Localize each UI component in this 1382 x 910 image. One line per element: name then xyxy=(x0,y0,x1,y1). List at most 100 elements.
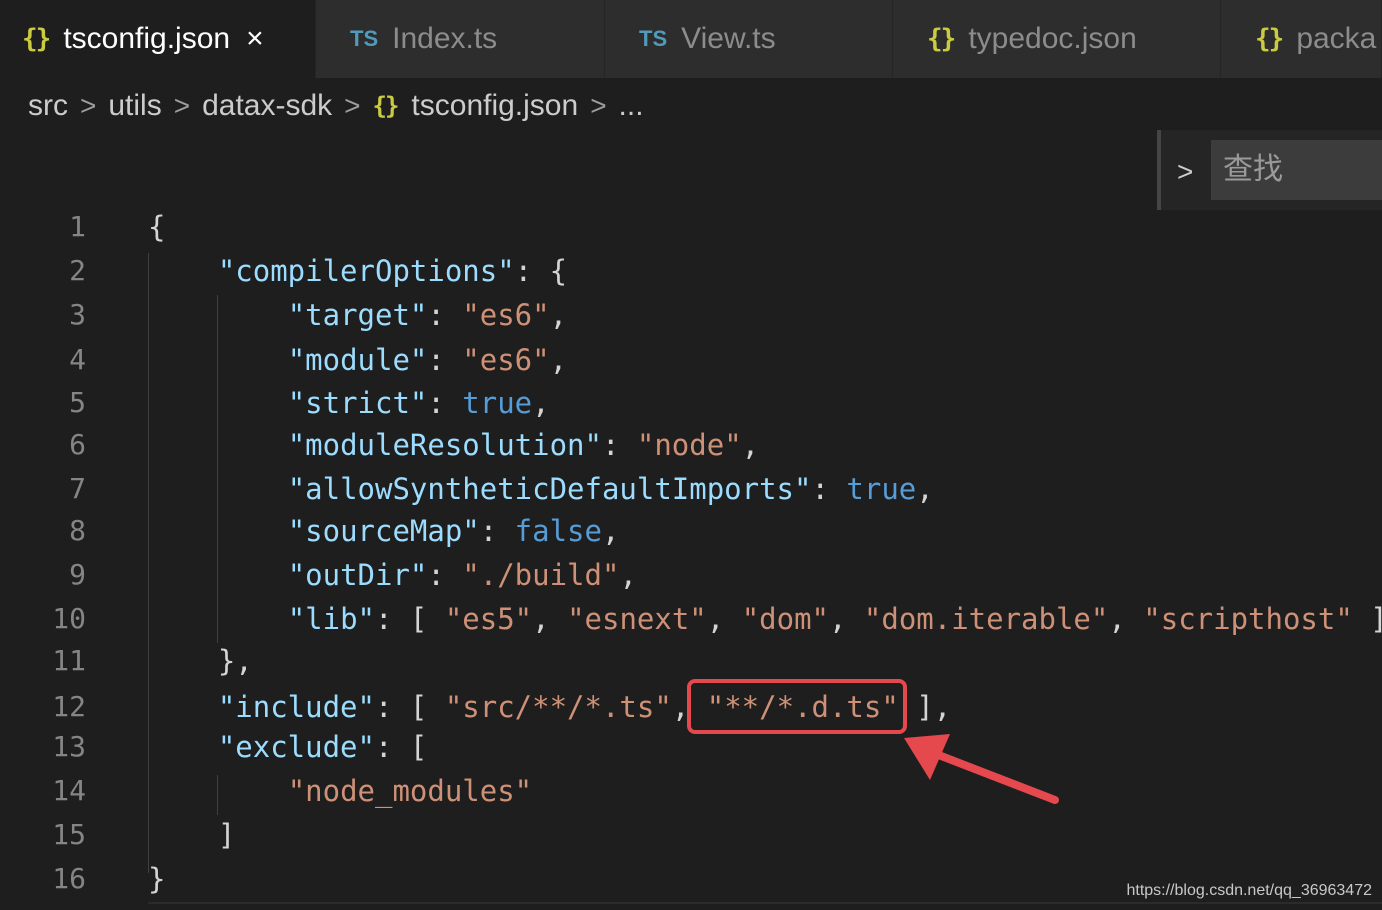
code-token: "node" xyxy=(636,428,742,462)
code-token: "target" xyxy=(287,298,428,332)
tab-label: Index.ts xyxy=(392,22,498,55)
code-token: "outDir" xyxy=(287,558,428,592)
find-input[interactable]: 查找 xyxy=(1211,140,1382,200)
chevron-right-icon: > xyxy=(173,90,191,121)
code-token: : [ xyxy=(374,730,428,764)
code-line[interactable]: 2 "compilerOptions": { xyxy=(0,249,1382,293)
line-number: 8 xyxy=(69,514,86,547)
breadcrumb-item-symbols[interactable]: ... xyxy=(619,89,644,123)
code-token: } xyxy=(148,862,166,896)
code-token: "lib" xyxy=(287,602,375,636)
line-number: 5 xyxy=(69,386,86,419)
code-token: : xyxy=(479,514,515,548)
code-token: : xyxy=(427,298,463,332)
code-text: "sourceMap": false, xyxy=(148,509,620,553)
code-token: "src/**/*.ts" xyxy=(444,690,672,724)
code-token: ] xyxy=(148,818,236,852)
line-number: 11 xyxy=(52,644,86,677)
code-token: "exclude" xyxy=(217,730,375,764)
code-token: , xyxy=(532,386,550,420)
code-line[interactable]: 11 }, xyxy=(0,639,1382,683)
code-line[interactable]: 10 "lib": [ "es5", "esnext", "dom", "dom… xyxy=(0,597,1382,641)
code-text: "lib": [ "es5", "esnext", "dom", "dom.it… xyxy=(148,597,1382,641)
code-token: : [ xyxy=(375,602,445,636)
tab-package-json[interactable]: {} packa xyxy=(1221,0,1382,78)
breadcrumb-item-src[interactable]: src xyxy=(28,89,68,123)
highlight-box xyxy=(687,679,907,734)
code-line[interactable]: 14 "node_modules" xyxy=(0,769,1382,813)
code-text: "node_modules" xyxy=(148,769,532,813)
code-token: , xyxy=(741,428,760,462)
code-text: "target": "es6", xyxy=(148,293,567,337)
code-token: , xyxy=(706,602,742,636)
code-token: , xyxy=(916,472,934,506)
json-file-icon: {} xyxy=(927,24,956,54)
breadcrumb-item-file[interactable]: tsconfig.json xyxy=(411,89,578,123)
code-line[interactable]: 1{ xyxy=(0,205,1382,249)
breadcrumb-item-utils[interactable]: utils xyxy=(108,89,161,123)
chevron-right-icon: > xyxy=(80,90,97,121)
code-token: }, xyxy=(148,644,253,678)
code-line[interactable]: 4 "module": "es6", xyxy=(0,338,1382,382)
breadcrumb: src > utils > datax-sdk > {} tsconfig.js… xyxy=(28,84,644,128)
code-token: true xyxy=(462,386,533,420)
code-token: ] xyxy=(1353,602,1382,636)
code-token: : xyxy=(427,343,463,377)
code-line[interactable]: 6 "moduleResolution": "node", xyxy=(0,423,1382,467)
line-number: 13 xyxy=(52,730,86,763)
chevron-right-icon[interactable]: > xyxy=(1177,156,1193,188)
code-token: true xyxy=(846,472,917,506)
tab-typedoc-json[interactable]: {} typedoc.json xyxy=(893,0,1221,78)
tab-index-ts[interactable]: TS Index.ts xyxy=(316,0,605,78)
typescript-file-icon: TS xyxy=(639,26,668,51)
line-number: 14 xyxy=(52,774,86,807)
code-token: "es6" xyxy=(462,343,550,377)
code-token: "esnext" xyxy=(567,602,707,636)
code-line[interactable]: 15 ] xyxy=(0,813,1382,857)
breadcrumb-item-datax-sdk[interactable]: datax-sdk xyxy=(202,89,332,123)
line-number: 9 xyxy=(69,558,86,591)
code-token: false xyxy=(514,514,602,548)
code-line[interactable]: 8 "sourceMap": false, xyxy=(0,509,1382,553)
code-token: "module" xyxy=(287,343,428,377)
code-text: { xyxy=(148,205,165,249)
close-icon[interactable]: × xyxy=(246,22,264,56)
code-text: "module": "es6", xyxy=(148,338,567,382)
line-number: 12 xyxy=(52,690,86,723)
line-number: 3 xyxy=(69,298,86,331)
json-file-icon: {} xyxy=(22,24,51,54)
tab-label: tsconfig.json xyxy=(63,22,231,55)
code-token: : [ xyxy=(374,690,445,724)
code-line[interactable]: 3 "target": "es6", xyxy=(0,293,1382,337)
code-text: "outDir": "./build", xyxy=(148,553,637,597)
editor-tab-bar: {} tsconfig.json × TS Index.ts TS View.t… xyxy=(0,0,1382,78)
code-token: , xyxy=(601,514,620,548)
code-line[interactable]: 9 "outDir": "./build", xyxy=(0,553,1382,597)
line-number: 1 xyxy=(69,210,86,243)
line-number: 4 xyxy=(69,343,86,376)
code-line[interactable]: 5 "strict": true, xyxy=(0,381,1382,425)
watermark: https://blog.csdn.net/qq_36963472 xyxy=(1126,882,1372,899)
code-token: "strict" xyxy=(287,386,428,420)
code-line[interactable]: 7 "allowSyntheticDefaultImports": true, xyxy=(0,467,1382,511)
line-number: 15 xyxy=(52,818,86,851)
chevron-right-icon: > xyxy=(344,90,361,121)
code-token: , xyxy=(532,602,568,636)
code-token: : xyxy=(427,558,463,592)
tab-view-ts[interactable]: TS View.ts xyxy=(605,0,893,78)
code-token: "sourceMap" xyxy=(287,514,480,548)
tab-label: View.ts xyxy=(681,22,776,55)
chevron-right-icon: > xyxy=(590,90,607,121)
divider xyxy=(148,902,1382,904)
code-text: "compilerOptions": { xyxy=(148,249,567,293)
tab-tsconfig-json[interactable]: {} tsconfig.json × xyxy=(0,0,316,78)
